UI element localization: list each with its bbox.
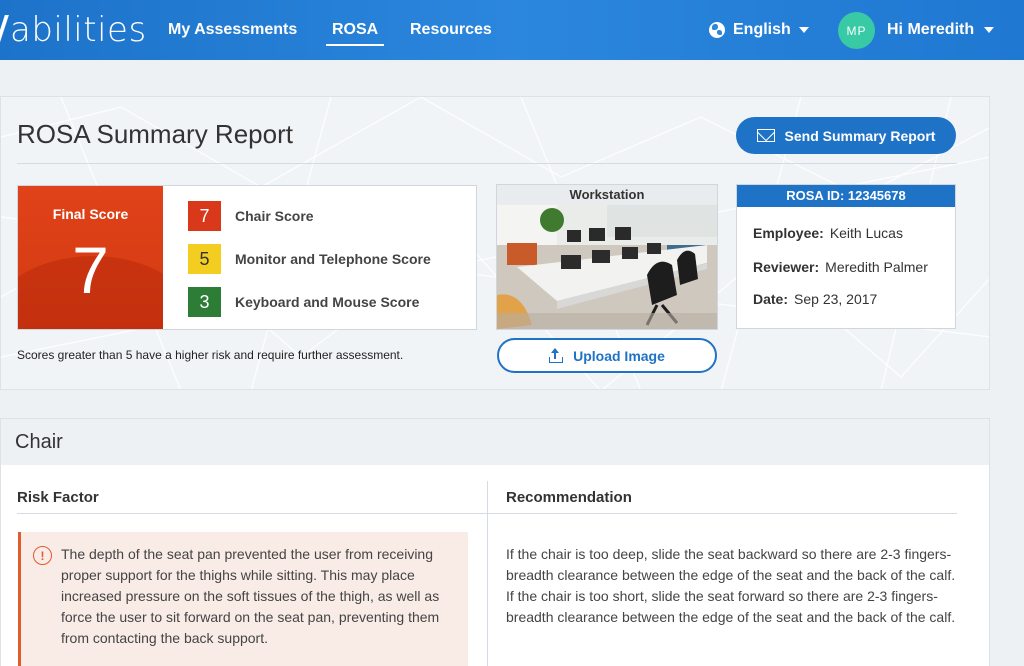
workstation-panel: Workstation (496, 184, 718, 330)
employee-label: Employee: (753, 225, 824, 241)
recommendation-text: If the chair is too deep, slide the seat… (506, 546, 956, 625)
risk-factor-header: Risk Factor (17, 489, 99, 506)
user-menu[interactable]: Hi Meredith (887, 21, 995, 39)
chair-score-row: 7 Chair Score (188, 201, 314, 231)
column-divider (487, 481, 488, 666)
keyboard-mouse-score-label: Keyboard and Mouse Score (235, 294, 420, 310)
employee-value: Keith Lucas (829, 225, 903, 241)
monitor-telephone-score-row: 5 Monitor and Telephone Score (188, 244, 431, 274)
envelope-icon (756, 129, 775, 142)
language-label: English (733, 21, 791, 38)
employee-row: Employee: Keith Lucas (753, 225, 903, 241)
workstation-label: Workstation (497, 185, 717, 205)
date-label: Date: (753, 291, 789, 307)
avatar[interactable]: MP (838, 12, 875, 49)
user-greeting: Hi Meredith (887, 21, 975, 38)
final-score-label: Final Score (52, 206, 129, 222)
final-score-tile: Final Score 7 (18, 186, 163, 329)
language-selector[interactable]: English (709, 21, 809, 39)
risk-factor-text: The depth of the seat pan prevented the … (61, 546, 440, 646)
date-row: Date: Sep 23, 2017 (753, 291, 877, 307)
chair-section: Chair Risk Factor Recommendation ! The d… (0, 418, 990, 666)
upload-image-label: Upload Image (573, 347, 665, 364)
chevron-down-icon (798, 27, 809, 33)
final-score-value: 7 (72, 233, 109, 307)
risk-factor-alert: ! The depth of the seat pan prevented th… (18, 532, 468, 666)
send-summary-report-button[interactable]: Send Summary Report (736, 117, 956, 154)
abilities-logo[interactable]: abilities (0, 8, 147, 52)
nav-rosa[interactable]: ROSA (325, 21, 385, 46)
monitor-telephone-score-label: Monitor and Telephone Score (235, 251, 431, 267)
date-value: Sep 23, 2017 (794, 291, 878, 307)
chair-section-title: Chair (1, 419, 989, 465)
reviewer-value: Meredith Palmer (825, 259, 928, 275)
chair-score-badge: 7 (188, 201, 221, 231)
workstation-photo (497, 205, 717, 329)
warning-icon: ! (33, 546, 52, 565)
nav-my-assessments[interactable]: My Assessments (168, 21, 297, 39)
page-title: ROSA Summary Report (17, 119, 293, 149)
keyboard-mouse-score-row: 3 Keyboard and Mouse Score (188, 287, 419, 317)
nav-resources[interactable]: Resources (410, 21, 492, 39)
chevron-down-icon (984, 27, 995, 33)
logo-text: abilities (10, 10, 147, 50)
rosa-id: ROSA ID: 12345678 (737, 185, 955, 207)
score-note: Scores greater than 5 have a higher risk… (17, 348, 404, 362)
send-summary-report-label: Send Summary Report (784, 127, 936, 144)
globe-icon (709, 22, 725, 38)
upload-icon (549, 347, 564, 363)
reviewer-row: Reviewer: Meredith Palmer (753, 259, 928, 275)
divider (17, 163, 957, 164)
summary-card: ROSA Summary Report Send Summary Report … (0, 96, 990, 390)
reviewer-label: Reviewer: (753, 259, 820, 275)
upload-image-button[interactable]: Upload Image (497, 338, 717, 373)
chair-score-label: Chair Score (235, 208, 314, 224)
rosa-info-panel: ROSA ID: 12345678 Employee: Keith Lucas R… (736, 184, 956, 329)
score-panel: Final Score 7 7 Chair Score 5 Monitor an… (17, 185, 477, 330)
keyboard-mouse-score-badge: 3 (188, 287, 221, 317)
monitor-telephone-score-badge: 5 (188, 244, 221, 274)
recommendation-header: Recommendation (506, 489, 632, 506)
top-navigation-bar: abilities My Assessments ROSA Resources … (0, 0, 1024, 60)
